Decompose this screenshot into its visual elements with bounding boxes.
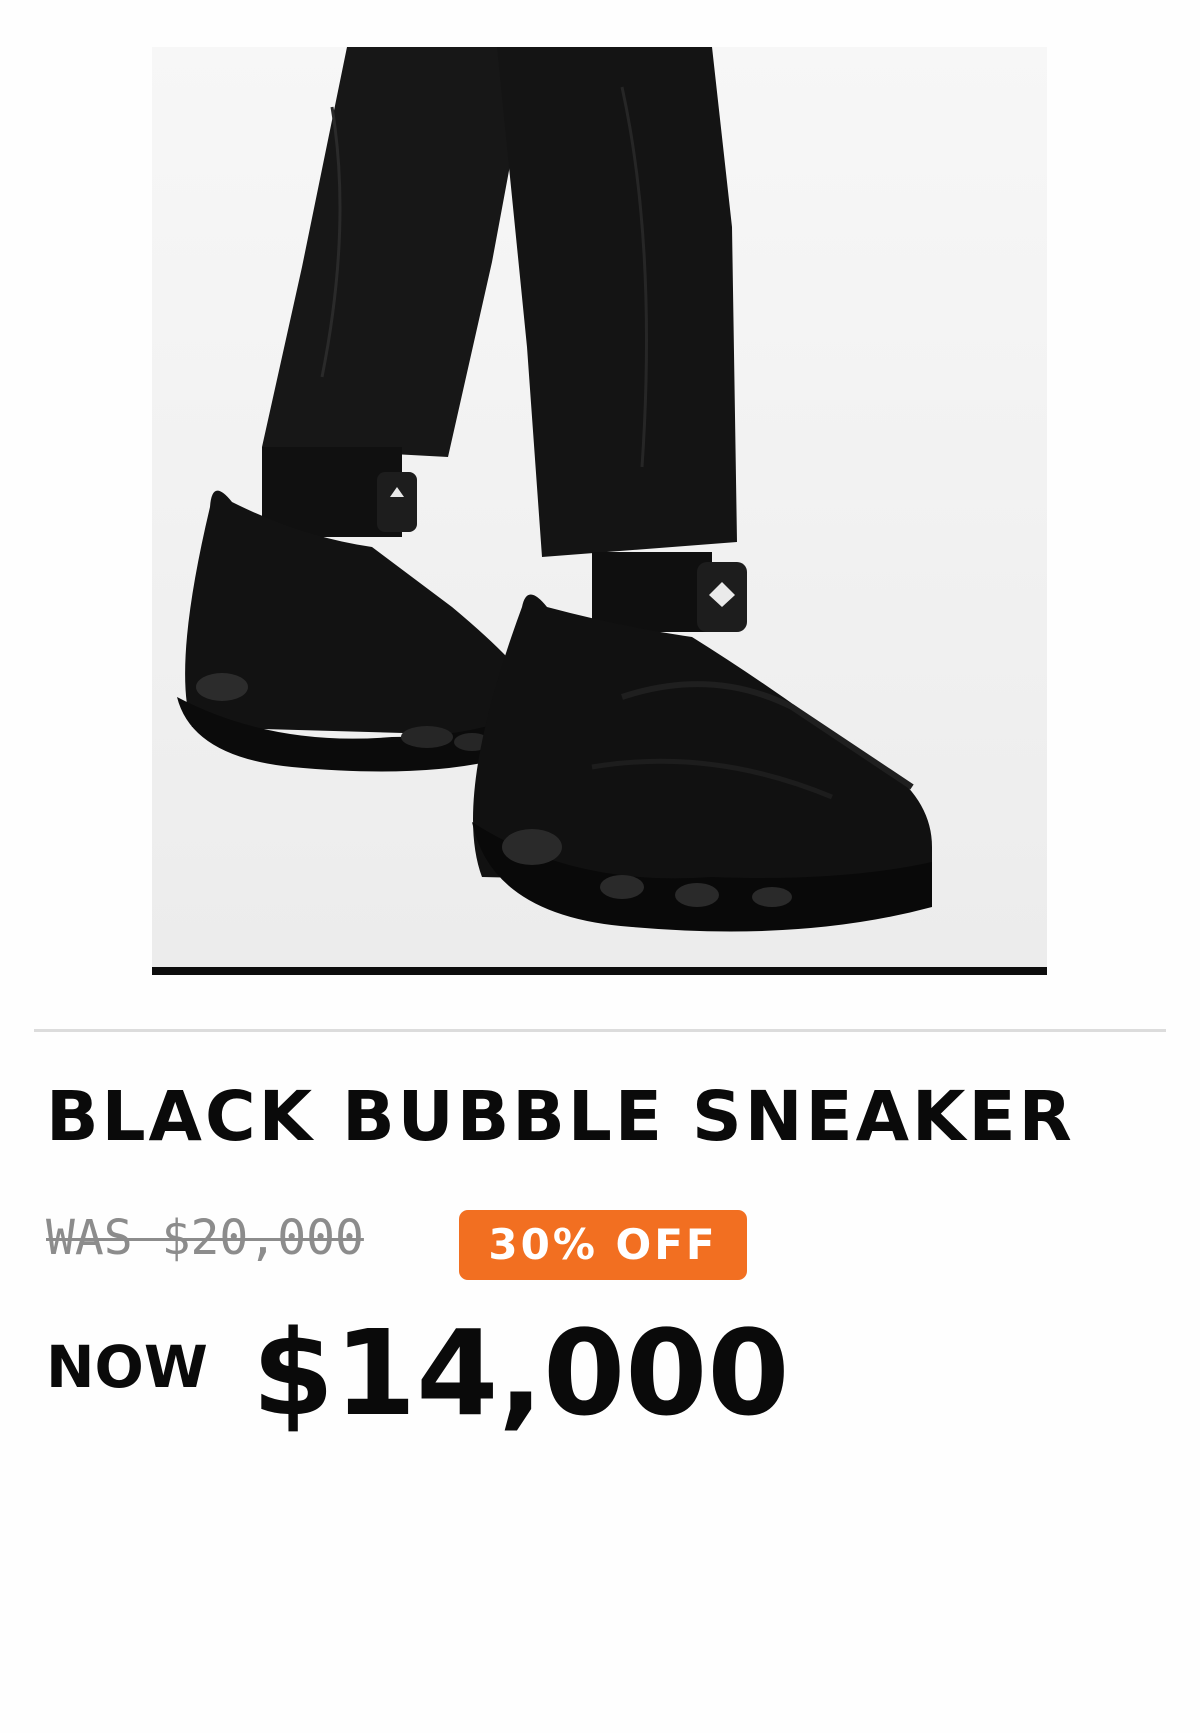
- section-divider: [34, 1029, 1166, 1032]
- was-price: WAS $20,000: [46, 1210, 364, 1266]
- product-title: BLACK BUBBLE SNEAKER: [46, 1077, 1075, 1157]
- discount-badge: 30% OFF: [459, 1210, 747, 1280]
- sneaker-photo: [152, 47, 1047, 967]
- now-price: $14,000: [252, 1304, 790, 1442]
- discount-badge-label: 30% OFF: [488, 1220, 718, 1269]
- now-label: NOW: [46, 1333, 208, 1401]
- product-image[interactable]: [152, 47, 1047, 975]
